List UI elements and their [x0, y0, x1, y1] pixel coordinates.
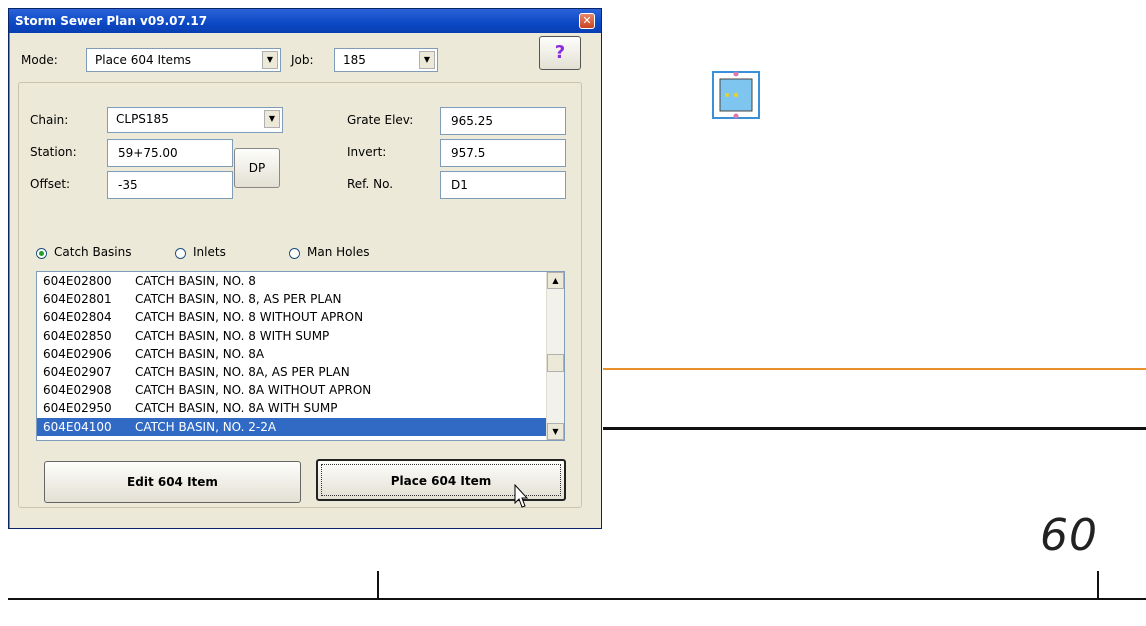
item-code: 604E02950 [43, 401, 112, 416]
place-604-item-button[interactable]: Place 604 Item [316, 459, 566, 501]
station-number-label: 60 [1040, 510, 1098, 561]
catch-basin-cell-icon[interactable] [712, 71, 760, 119]
close-button[interactable]: ✕ [579, 13, 595, 29]
arrow-up-icon[interactable]: ▲ [547, 272, 564, 289]
storm-sewer-dialog: Storm Sewer Plan v09.07.17 ✕ Mode: Place… [8, 8, 602, 529]
mouse-pointer-icon [514, 484, 528, 508]
ref-no-field[interactable]: D1 [440, 171, 566, 199]
catch-basins-label[interactable]: Catch Basins [54, 245, 131, 259]
item-description: CATCH BASIN, NO. 8 [135, 274, 256, 288]
arrow-down-icon[interactable]: ▼ [547, 423, 564, 440]
list-item[interactable]: 604E02950 CATCH BASIN, NO. 8A WITH SUMP [37, 399, 564, 417]
item-code: 604E04100 [43, 419, 112, 434]
invert-field[interactable]: 957.5 [440, 139, 566, 167]
list-item[interactable]: 604E04100 CATCH BASIN, NO. 2-2A [37, 417, 564, 436]
title-bar[interactable]: Storm Sewer Plan v09.07.17 ✕ [9, 9, 601, 33]
item-description: CATCH BASIN, NO. 8, AS PER PLAN [135, 292, 342, 307]
chain-label: Chain: [30, 113, 69, 127]
chevron-down-icon[interactable]: ▼ [419, 51, 435, 69]
mode-dropdown[interactable]: Place 604 Items ▼ [86, 48, 281, 72]
item-description: CATCH BASIN, NO. 8A [135, 346, 265, 361]
mode-label: Mode: [21, 53, 58, 67]
offset-label: Offset: [30, 177, 71, 191]
item-code: 604E02908 [43, 383, 112, 398]
station-tick-left [377, 571, 379, 599]
item-code: 604E02906 [43, 346, 112, 361]
chain-dropdown[interactable]: CLPS185 ▼ [107, 107, 283, 133]
offset-field[interactable]: -35 [107, 171, 233, 199]
dp-button[interactable]: DP [234, 148, 280, 188]
grate-elev-label: Grate Elev: [347, 113, 414, 127]
item-description: CATCH BASIN, NO. 2-2A [135, 419, 277, 434]
list-item[interactable]: 604E02801 CATCH BASIN, NO. 8, AS PER PLAN [37, 290, 564, 308]
list-scrollbar[interactable]: ▲ ▼ [546, 272, 564, 440]
station-field[interactable]: 59+75.00 [107, 139, 233, 167]
station-label: Station: [30, 145, 77, 159]
item-description: CATCH BASIN, NO. 8A WITH SUMP [135, 401, 338, 416]
scrollbar-thumb[interactable] [547, 354, 564, 372]
chain-value: CLPS185 [116, 112, 169, 126]
item-description: CATCH BASIN, NO. 8A, AS PER PLAN [135, 364, 350, 379]
chevron-down-icon[interactable]: ▼ [262, 51, 278, 69]
job-label: Job: [291, 53, 314, 67]
edit-button-label: Edit 604 Item [127, 475, 218, 489]
chevron-down-icon[interactable]: ▼ [264, 110, 280, 128]
orange-alignment-line [603, 368, 1146, 370]
item-list: 604E02800 CATCH BASIN, NO. 8 604E02801 CATC… [37, 272, 564, 436]
list-item[interactable]: 604E02800 CATCH BASIN, NO. 8 [37, 272, 564, 290]
item-description: CATCH BASIN, NO. 8 WITHOUT APRON [135, 310, 364, 325]
help-button[interactable]: ? [539, 36, 581, 70]
item-code: 604E02907 [43, 364, 112, 379]
list-item[interactable]: 604E02804 CATCH BASIN, NO. 8 WITHOUT APRO… [37, 308, 564, 326]
list-item[interactable]: 604E02850 CATCH BASIN, NO. 8 WITH SUMP [37, 327, 564, 345]
ref-no-label: Ref. No. [347, 177, 394, 191]
item-code: 604E02801 [43, 292, 112, 307]
grate-elev-field[interactable]: 965.25 [440, 107, 566, 135]
list-item[interactable]: 604E02908 CATCH BASIN, NO. 8A WITHOUT APR… [37, 381, 564, 399]
window-title: Storm Sewer Plan v09.07.17 [15, 14, 208, 28]
edit-604-item-button[interactable]: Edit 604 Item [44, 461, 301, 503]
job-value: 185 [343, 53, 366, 67]
black-line-upper [603, 427, 1146, 430]
item-listbox[interactable]: 604E02800 CATCH BASIN, NO. 8 604E02801 CATC… [36, 271, 565, 441]
list-item[interactable]: 604E02907 CATCH BASIN, NO. 8A, AS PER PLA… [37, 363, 564, 381]
item-description: CATCH BASIN, NO. 8 WITH SUMP [135, 328, 330, 343]
catch-basins-radio[interactable] [36, 248, 47, 259]
invert-label: Invert: [347, 145, 387, 159]
man-holes-label[interactable]: Man Holes [307, 245, 369, 259]
item-code: 604E02850 [43, 328, 112, 343]
item-description: CATCH BASIN, NO. 8A WITHOUT APRON [135, 383, 372, 398]
inlets-label[interactable]: Inlets [193, 245, 226, 259]
mode-value: Place 604 Items [95, 53, 192, 67]
station-tick-right [1097, 571, 1099, 599]
black-line-lower [8, 598, 1146, 600]
inlets-radio[interactable] [175, 248, 186, 259]
list-item[interactable]: 604E02906 CATCH BASIN, NO. 8A [37, 345, 564, 363]
item-code: 604E02800 [43, 274, 112, 288]
job-dropdown[interactable]: 185 ▼ [334, 48, 438, 72]
item-code: 604E02804 [43, 310, 112, 325]
man-holes-radio[interactable] [289, 248, 300, 259]
